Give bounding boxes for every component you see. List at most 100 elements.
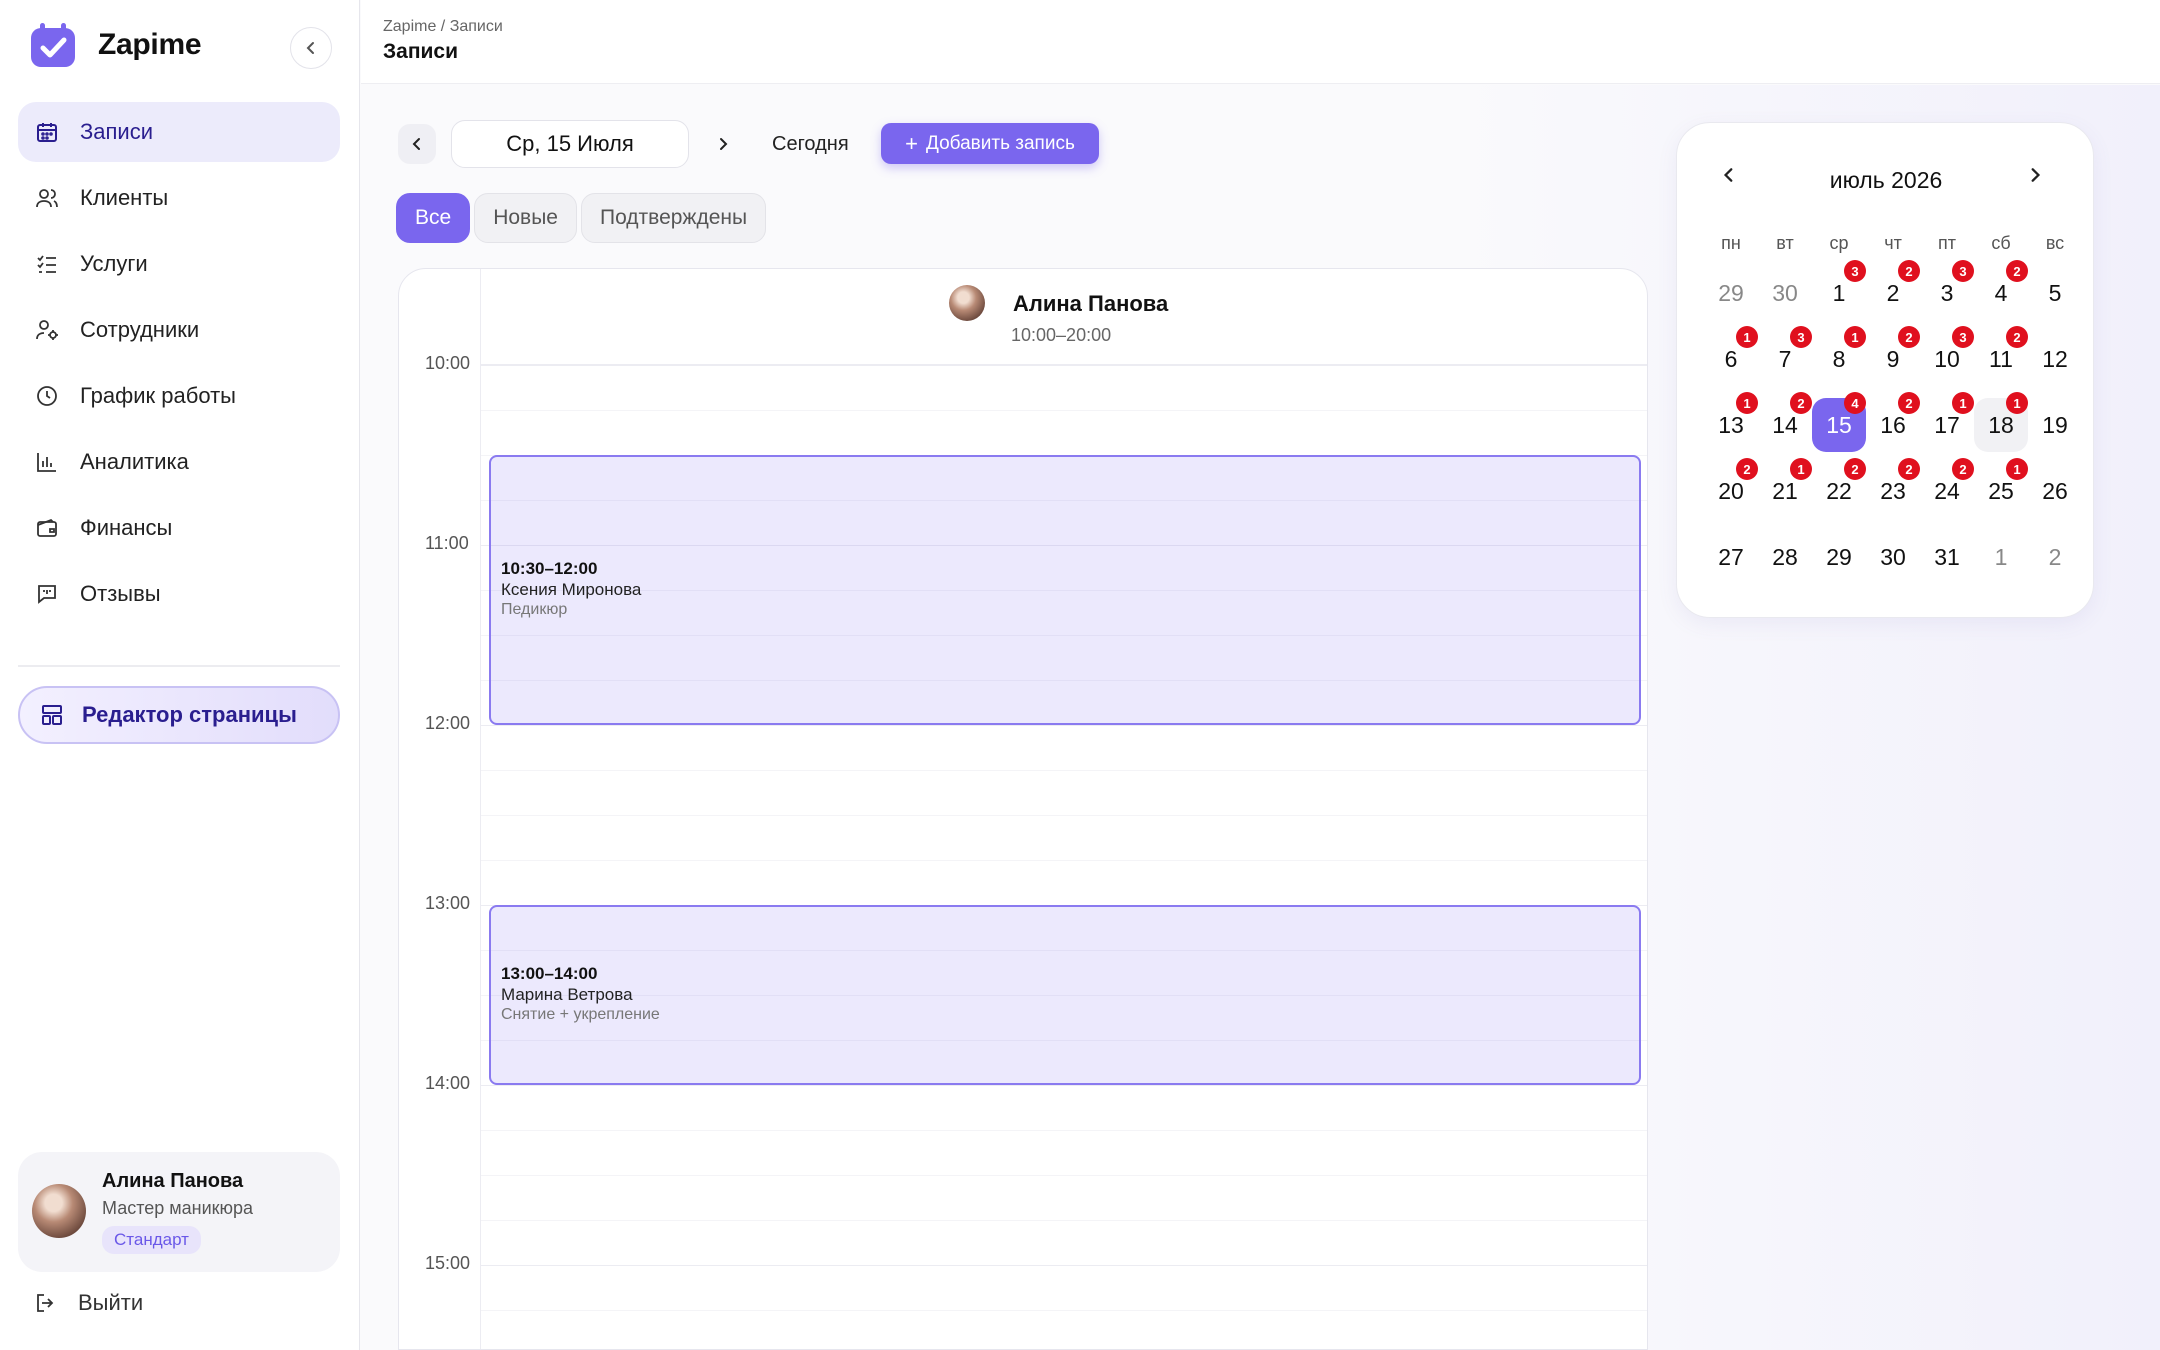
calendar-day[interactable]: 23 2 (1866, 458, 1920, 518)
prev-day-button[interactable] (398, 124, 436, 164)
calendar-day[interactable]: 61 (1704, 326, 1758, 386)
day-number: 29 (1826, 543, 1852, 570)
day-number: 9 (1886, 345, 1900, 372)
sidebar-item-reviews[interactable]: Отзывы (18, 564, 340, 624)
sidebar-item-staff[interactable]: Сотрудники (18, 300, 340, 360)
sidebar-item-services[interactable]: Услуги (18, 234, 340, 294)
time-label: 15:00 (423, 1253, 473, 1274)
calendar-day[interactable]: 25 1 (1974, 458, 2028, 518)
time-label: 12:00 (423, 713, 473, 734)
calendar-day[interactable]: 31 (1920, 530, 1974, 584)
sidebar-item-analytics[interactable]: Аналитика (18, 432, 340, 492)
calendar-day[interactable]: 11 2 (1974, 326, 2028, 386)
day-number: 19 (2042, 411, 2068, 438)
calendar-day[interactable]: 22 2 (1812, 458, 1866, 518)
appointment-count-badge: 2 (2006, 260, 2028, 282)
logout-button[interactable]: Выйти (34, 1290, 143, 1316)
add-record-label: Добавить запись (926, 132, 1075, 154)
appointment-count-badge: 2 (1844, 458, 1866, 480)
day-number: 21 (1772, 477, 1798, 504)
filter-all[interactable]: Все (396, 193, 471, 243)
day-number: 30 (1772, 279, 1798, 306)
appointment-card[interactable]: 10:30–12:00 Ксения Миронова Педикюр (489, 455, 1641, 725)
collapse-sidebar-button[interactable] (290, 27, 332, 69)
calendar-day[interactable]: 22 (1866, 260, 1920, 320)
top-bar: Zapime / Записи Записи (361, 0, 2160, 84)
page-editor-button[interactable]: Редактор страницы (18, 686, 340, 744)
calendar-day[interactable]: 14 2 (1758, 392, 1812, 452)
calendar-day[interactable]: 1 (1974, 530, 2028, 584)
calendar-day[interactable]: 81 (1812, 326, 1866, 386)
today-button[interactable]: Сегодня (758, 124, 863, 164)
calendar-day[interactable]: 10 3 (1920, 326, 1974, 386)
calendar-day-selected[interactable]: 15 4 (1812, 392, 1866, 452)
appointment-count-badge: 1 (1736, 392, 1758, 414)
current-date-picker[interactable]: Ср, 15 Июля (451, 120, 689, 168)
appointment-count-badge: 2 (1736, 458, 1758, 480)
filter-new[interactable]: Новые (474, 193, 577, 243)
appointment-service: Педикюр (501, 601, 568, 618)
plus-icon: + (905, 130, 919, 156)
calendar-day[interactable]: 73 (1758, 326, 1812, 386)
weekday-label: пт (1938, 233, 1956, 253)
appointment-count-badge: 3 (1952, 326, 1974, 348)
calendar-day[interactable]: 18 1 (1974, 392, 2028, 452)
filter-confirmed[interactable]: Подтверждены (580, 193, 767, 243)
calendar-day[interactable]: 5 (2028, 266, 2082, 320)
next-month-button[interactable] (2027, 167, 2043, 183)
sidebar-item-schedule[interactable]: График работы (18, 366, 340, 426)
appointment-count-badge: 3 (1844, 260, 1866, 282)
sidebar-item-label: Клиенты (80, 185, 169, 210)
sidebar-item-clients[interactable]: Клиенты (18, 168, 340, 228)
calendar-day[interactable]: 21 1 (1758, 458, 1812, 518)
calendar-day[interactable]: 27 (1704, 530, 1758, 584)
employee-header: Алина Панова 10:00–20:00 (481, 269, 1647, 365)
time-label: 10:00 (423, 353, 473, 374)
day-number: 1 (1832, 279, 1846, 306)
calendar-day[interactable]: 29 (1704, 266, 1758, 320)
appointment-count-badge: 1 (2006, 392, 2028, 414)
calendar-day[interactable]: 20 2 (1704, 458, 1758, 518)
calendar-day[interactable]: 28 (1758, 530, 1812, 584)
appointment-card[interactable]: 13:00–14:00 Марина Ветрова Снятие + укре… (489, 905, 1641, 1085)
hour-line (481, 1265, 1647, 1266)
day-number: 29 (1718, 279, 1744, 306)
calendar-day[interactable]: 30 (1758, 266, 1812, 320)
sidebar-item-records[interactable]: Записи (18, 102, 340, 162)
mini-calendar: июль 2026 пн вт ср чт пт сб вс 29 30 1 3 2 2 3 3 4 2 5 6 1 7… (1676, 122, 2094, 618)
add-record-button[interactable]: + Добавить запись (881, 123, 1099, 164)
day-number: 16 (1880, 411, 1906, 438)
calendar-day[interactable]: 29 (1812, 530, 1866, 584)
calendar-day[interactable]: 13 1 (1704, 392, 1758, 452)
calendar-day[interactable]: 17 1 (1920, 392, 1974, 452)
appointment-count-badge: 1 (1736, 326, 1758, 348)
calendar-day[interactable]: 92 (1866, 326, 1920, 386)
profile-name: Алина Панова (102, 1170, 244, 1192)
sidebar-item-finance[interactable]: Финансы (18, 498, 340, 558)
calendar-day[interactable]: 26 (2028, 464, 2082, 518)
next-day-button[interactable] (704, 124, 742, 164)
layout-icon (40, 703, 64, 727)
calendar-day[interactable]: 16 2 (1866, 392, 1920, 452)
calendar-day[interactable]: 30 (1866, 530, 1920, 584)
day-number: 28 (1772, 543, 1798, 570)
user-profile-card[interactable]: Алина Панова Мастер маникюра Стандарт (18, 1152, 340, 1272)
wallet-icon (34, 515, 60, 541)
bar-chart-icon (34, 449, 60, 475)
day-number: 18 (1988, 411, 2014, 438)
day-number: 24 (1934, 477, 1960, 504)
sidebar-item-label: Услуги (80, 251, 148, 276)
weekday-label: сб (1991, 233, 2011, 253)
appointment-count-badge: 4 (1844, 392, 1866, 414)
logo[interactable]: Zapime (30, 22, 202, 68)
calendar-day[interactable]: 12 (2028, 332, 2082, 386)
calendar-day[interactable]: 33 (1920, 260, 1974, 320)
calendar-day[interactable]: 2 (2028, 530, 2082, 584)
calendar-day[interactable]: 42 (1974, 260, 2028, 320)
calendar-day[interactable]: 13 (1812, 260, 1866, 320)
calendar-day[interactable]: 19 (2028, 398, 2082, 452)
day-number: 6 (1724, 345, 1738, 372)
appointment-count-badge: 2 (1898, 260, 1920, 282)
appointment-count-badge: 2 (1790, 392, 1812, 414)
calendar-day[interactable]: 24 2 (1920, 458, 1974, 518)
